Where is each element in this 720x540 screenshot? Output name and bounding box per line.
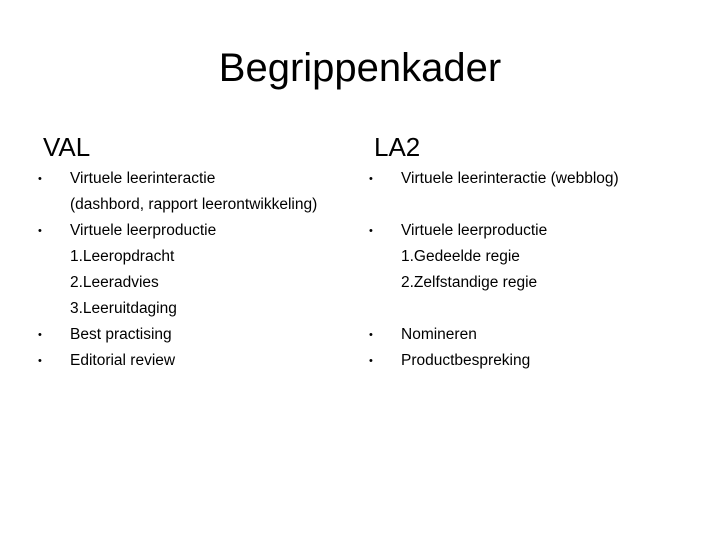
list-item-text: 1.Gedeelde regie <box>401 248 520 265</box>
list-item-text: Editorial review <box>70 352 176 369</box>
list-item-text: Best practising <box>70 326 172 343</box>
bullet-icon: • <box>38 329 42 341</box>
bullet-icon: • <box>369 225 373 237</box>
list-item: • Nomineren <box>369 322 689 348</box>
list-item <box>369 296 689 322</box>
left-column-list: • Virtuele leerinteractie (dashbord, rapp… <box>38 166 358 374</box>
list-item-text: 2.Leeradvies <box>70 274 159 291</box>
list-item <box>369 192 689 218</box>
list-item: 1.Gedeelde regie <box>369 244 689 270</box>
list-item: • Editorial review <box>38 348 358 374</box>
bullet-icon: • <box>38 355 42 367</box>
slide-title: Begrippenkader <box>218 46 502 90</box>
list-item: 2.Zelfstandige regie <box>369 270 689 296</box>
list-item: • Virtuele leerproductie <box>369 218 689 244</box>
list-item-text: Virtuele leerproductie <box>70 222 217 239</box>
bullet-icon: • <box>369 355 373 367</box>
bullet-icon: • <box>38 225 42 237</box>
list-item-text: 1.Leeropdracht <box>70 248 175 265</box>
list-item-text: Nomineren <box>401 326 477 343</box>
list-item: • Productbespreking <box>369 348 689 374</box>
list-item: (dashbord, rapport leerontwikkeling) <box>38 192 358 218</box>
list-item-text: Virtuele leerproductie <box>401 222 548 239</box>
list-item: • Virtuele leerinteractie (webblog) <box>369 166 689 192</box>
list-item: • Virtuele leerinteractie <box>38 166 358 192</box>
bullet-icon: • <box>369 173 373 185</box>
list-item-text: 2.Zelfstandige regie <box>401 274 538 291</box>
list-item-text: Productbespreking <box>401 352 531 369</box>
list-item-text: Virtuele leerinteractie (webblog) <box>401 170 619 187</box>
list-item-text: Virtuele leerinteractie <box>70 170 216 187</box>
list-item: • Virtuele leerproductie <box>38 218 358 244</box>
list-item: 2.Leeradvies <box>38 270 358 296</box>
list-item: 3.Leeruitdaging <box>38 296 358 322</box>
left-column-heading: VAL <box>43 132 91 162</box>
right-column-heading: LA2 <box>374 132 421 162</box>
list-item-text: (dashbord, rapport leerontwikkeling) <box>70 196 318 213</box>
list-item-text: 3.Leeruitdaging <box>70 300 177 317</box>
list-item: • Best practising <box>38 322 358 348</box>
list-item: 1.Leeropdracht <box>38 244 358 270</box>
right-column-list: • Virtuele leerinteractie (webblog) • Virt… <box>369 166 689 374</box>
bullet-icon: • <box>38 173 42 185</box>
bullet-icon: • <box>369 329 373 341</box>
